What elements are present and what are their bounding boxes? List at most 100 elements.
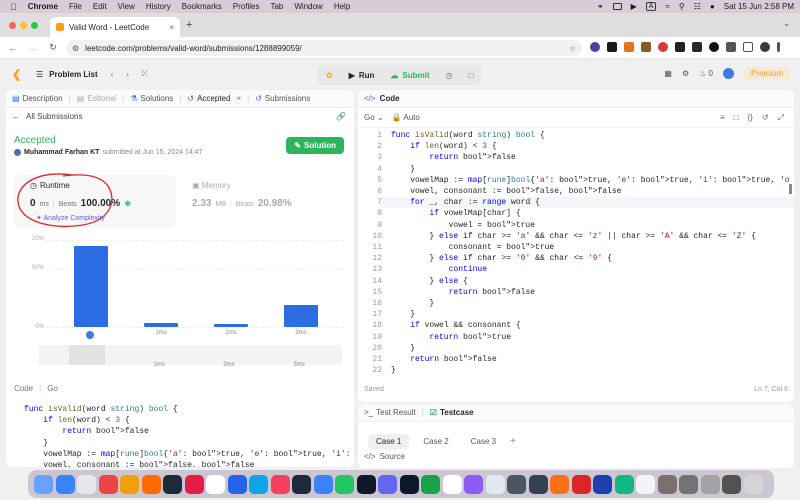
author-name[interactable]: Muhammad Farhan KT [24, 149, 99, 156]
language-select[interactable]: Go ⌄ [364, 113, 384, 122]
dock-whatsapp-icon[interactable] [335, 474, 354, 494]
menu-file[interactable]: File [69, 2, 82, 11]
dock-extra-3-icon[interactable] [722, 474, 741, 494]
dock-extra-4-icon[interactable] [743, 474, 763, 494]
code-line[interactable]: vowelMap := map[rune]bool{'a': bool">tru… [391, 175, 791, 186]
post-solution-button[interactable]: ✎ Solution [286, 137, 344, 154]
extension-icon-1[interactable] [590, 42, 600, 52]
tab-testcase[interactable]: ☑ Testcase [430, 408, 474, 417]
dock-firefox-icon[interactable] [120, 474, 139, 494]
case-tab-3[interactable]: Case 3 [463, 434, 504, 449]
chart-bar-2ms[interactable] [214, 324, 248, 327]
chart-bar-0ms[interactable] [74, 245, 108, 327]
dock-mail-icon[interactable] [249, 474, 268, 494]
code-line[interactable]: return bool">false [391, 152, 791, 163]
case-tab-2[interactable]: Case 2 [415, 434, 456, 449]
user-avatar[interactable] [722, 68, 734, 79]
extensions-puzzle-icon[interactable] [726, 42, 736, 52]
code-line[interactable]: } [391, 365, 791, 376]
forward-arrow-icon[interactable]: → [26, 43, 40, 53]
code-line[interactable]: consonant = bool">true [391, 242, 791, 253]
streak-flame-icon[interactable]: ♨ 0 [699, 69, 713, 78]
dock-safari-icon[interactable] [77, 474, 96, 494]
dock-opera-icon[interactable] [184, 474, 204, 494]
dock-calendar-icon[interactable] [442, 474, 462, 494]
site-info-icon[interactable]: ⚙ [72, 44, 79, 53]
extension-icon-4[interactable] [641, 42, 651, 52]
code-line[interactable]: return bool">false [391, 354, 791, 365]
metamask-fox-icon[interactable] [624, 42, 634, 52]
menu-tab[interactable]: Tab [270, 2, 283, 11]
tab-close-icon[interactable]: × [236, 94, 241, 103]
tab-close-icon[interactable]: × [169, 23, 174, 32]
dock-iterm-icon[interactable] [356, 474, 376, 494]
menu-window[interactable]: Window [294, 2, 322, 11]
dock-extra-2-icon[interactable] [700, 474, 720, 494]
timer-icon[interactable]: ◷ [438, 65, 461, 85]
dock-terminal-icon[interactable] [163, 474, 182, 494]
author-avatar[interactable] [14, 149, 21, 156]
shuffle-icon[interactable]: ⤪ [142, 69, 148, 79]
code-line[interactable]: return bool">false [391, 287, 791, 298]
extension-icon-5[interactable] [658, 42, 668, 52]
dock-preview-icon[interactable] [636, 474, 655, 494]
code-line[interactable]: return bool">true [391, 332, 791, 343]
code-line[interactable]: func isValid(word string) bool { [391, 130, 791, 141]
dock-chrome-icon[interactable] [98, 474, 118, 494]
dock-postman-icon[interactable] [528, 474, 548, 494]
wifi-icon[interactable]: ≈ [665, 2, 669, 11]
expand-icon[interactable]: ⤢ [778, 113, 784, 123]
dock-slack-icon[interactable] [399, 474, 419, 494]
menu-view[interactable]: View [118, 2, 135, 11]
premium-button[interactable]: Premium [743, 67, 790, 80]
menu-history[interactable]: History [146, 2, 171, 11]
input-source-indicator[interactable]: A [645, 2, 657, 11]
profile-avatar[interactable] [760, 42, 770, 52]
menu-app-name[interactable]: Chrome [28, 2, 58, 11]
control-center-icon[interactable]: ☷ [694, 2, 701, 11]
leetcode-logo-icon[interactable]: ❮ [12, 68, 22, 81]
reset-icon[interactable]: ↺ [762, 113, 769, 123]
extension-icon-7[interactable] [692, 42, 702, 52]
settings-gear-icon[interactable]: ⚙ [682, 69, 689, 78]
code-line[interactable]: } [391, 298, 791, 309]
submitted-code[interactable]: func isValid(word string) bool { if len(… [24, 404, 354, 467]
dock-extra-1-icon[interactable] [679, 474, 698, 494]
code-line[interactable]: if vowelMap[char] { [391, 208, 791, 219]
tab-solutions[interactable]: ⚗ Solutions [124, 94, 179, 103]
code-line[interactable]: } else if char >= 'a' && char <= 'z' || … [391, 231, 791, 242]
extension-icon-6[interactable] [675, 42, 685, 52]
tab-editorial[interactable]: ▤ Editorial [71, 94, 122, 103]
siri-icon[interactable]: ● [710, 2, 715, 11]
memory-card[interactable]: ▣ Memory 2.33 MB | Beats 20.98% [182, 175, 342, 228]
chrome-menu-icon[interactable] [777, 42, 780, 52]
notes-icon[interactable]: □ [461, 65, 482, 85]
menu-edit[interactable]: Edit [93, 2, 107, 11]
headphones-icon[interactable]: ⚭ [597, 2, 604, 11]
code-editor[interactable]: func isValid(word string) bool { if len(… [391, 130, 791, 376]
chart-bar-1ms[interactable] [144, 322, 178, 327]
code-line[interactable]: vowel, consonant := bool">false, bool">f… [391, 186, 791, 197]
dock-launchpad-icon[interactable] [55, 474, 75, 494]
tab-test-result[interactable]: >_ Test Result [364, 408, 416, 417]
new-tab-button[interactable]: + [186, 19, 192, 31]
code-line[interactable]: for _, char := range word { [391, 197, 791, 208]
dock-settings-icon[interactable] [571, 474, 591, 494]
url-omnibox[interactable]: ⚙ leetcode.com/problems/valid-word/submi… [66, 40, 582, 56]
best-submission-avatar[interactable] [85, 330, 95, 340]
menubar-clock[interactable]: Sat 15 Jun 2:58 PM [724, 2, 794, 11]
case-tab-1[interactable]: Case 1 [368, 434, 410, 449]
dock-teams-icon[interactable] [378, 474, 397, 494]
next-problem-chevron-icon[interactable]: › [126, 70, 129, 79]
menu-help[interactable]: Help [334, 2, 350, 11]
menu-profiles[interactable]: Profiles [233, 2, 260, 11]
code-line[interactable]: vowel = bool">true [391, 220, 791, 231]
dock-trash-icon[interactable] [657, 474, 677, 494]
tab-accepted[interactable]: ↺ Accepted × [181, 94, 247, 103]
code-line[interactable]: } [391, 309, 791, 320]
dock-mongodb-icon[interactable] [421, 474, 440, 494]
tab-description[interactable]: ▤ Description [6, 94, 69, 103]
list-icon[interactable]: ☰ [36, 70, 43, 79]
mode-selector[interactable]: 🔒 Auto [392, 113, 420, 122]
reload-icon[interactable]: ↻ [46, 42, 60, 53]
